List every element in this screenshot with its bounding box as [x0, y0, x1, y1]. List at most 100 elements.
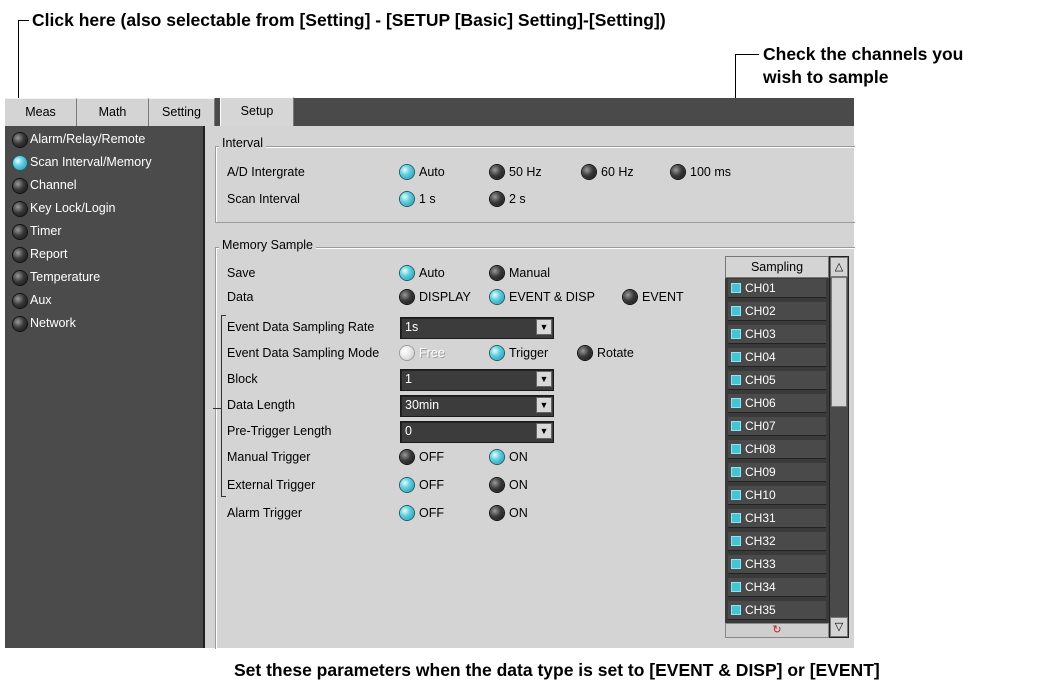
- sampling-header: Sampling: [725, 256, 829, 278]
- callout-top: Click here (also selectable from [Settin…: [32, 10, 666, 30]
- tab-bar-fill: [297, 98, 854, 126]
- sidebar-item-label: Alarm/Relay/Remote: [30, 132, 146, 146]
- scroll-up-icon[interactable]: △: [830, 257, 848, 277]
- channel-checkbox[interactable]: [731, 582, 741, 592]
- tab-setup[interactable]: Setup: [220, 97, 294, 129]
- channel-label: CH31: [745, 511, 776, 525]
- sampling-mode-option-label: Free: [419, 346, 445, 360]
- channel-checkbox[interactable]: [731, 559, 741, 569]
- channel-item[interactable]: CH34: [728, 578, 826, 597]
- interval-group: [215, 146, 855, 223]
- channel-item[interactable]: CH05: [728, 371, 826, 390]
- callout-top-line-h: [18, 20, 29, 21]
- channel-checkbox[interactable]: [731, 375, 741, 385]
- bracket-line-tick: [213, 408, 221, 409]
- radio-indicator-icon: [490, 506, 504, 520]
- save-label: Save: [227, 266, 256, 280]
- channel-item[interactable]: CH32: [728, 532, 826, 551]
- radio-indicator-icon: [490, 450, 504, 464]
- radio-indicator-icon: [623, 290, 637, 304]
- data-label: Data: [227, 290, 254, 304]
- channel-label: CH06: [745, 396, 776, 410]
- channel-checkbox[interactable]: [731, 605, 741, 615]
- tab-math[interactable]: Math: [77, 98, 149, 126]
- alarm-trigger-label: Alarm Trigger: [227, 506, 303, 520]
- tab-setting[interactable]: Setting: [149, 98, 215, 126]
- channel-label: CH05: [745, 373, 776, 387]
- channel-checkbox[interactable]: [731, 536, 741, 546]
- channel-item[interactable]: CH31: [728, 509, 826, 528]
- scroll-down-icon[interactable]: ▽: [830, 617, 848, 637]
- data-length-label: Data Length: [227, 398, 296, 412]
- channel-checkbox[interactable]: [731, 352, 741, 362]
- sidebar-item-label: Aux: [30, 293, 52, 307]
- channel-item[interactable]: CH01: [728, 279, 826, 298]
- channel-label: CH03: [745, 327, 776, 341]
- channel-checkbox[interactable]: [731, 467, 741, 477]
- chevron-down-icon[interactable]: ▼: [536, 397, 552, 413]
- radio-indicator-icon: [400, 290, 414, 304]
- scrollbar[interactable]: △ ▽: [829, 256, 849, 638]
- callout-bottom: Set these parameters when the data type …: [234, 660, 880, 680]
- radio-indicator-icon: [400, 192, 414, 206]
- chevron-down-icon[interactable]: ▼: [536, 319, 552, 335]
- channel-label: CH01: [745, 281, 776, 295]
- radio-indicator-icon: [400, 478, 414, 492]
- channel-checkbox[interactable]: [731, 513, 741, 523]
- channel-label: CH33: [745, 557, 776, 571]
- sidebar-item-label: Temperature: [30, 270, 101, 284]
- chevron-down-icon[interactable]: ▼: [536, 423, 552, 439]
- channel-checkbox[interactable]: [731, 490, 741, 500]
- tab-meas[interactable]: Meas: [5, 98, 77, 126]
- ad-integrate-option-label: 60 Hz: [601, 165, 634, 179]
- radio-indicator-icon: [400, 450, 414, 464]
- ad-integrate-option-label: 50 Hz: [509, 165, 542, 179]
- channel-checkbox[interactable]: [731, 283, 741, 293]
- block-select[interactable]: 1 ▼: [400, 369, 554, 391]
- radio-indicator-icon: [13, 202, 27, 216]
- bracket-line-bottom: [221, 496, 226, 497]
- channel-item[interactable]: CH07: [728, 417, 826, 436]
- channel-item[interactable]: CH08: [728, 440, 826, 459]
- channel-label: CH35: [745, 603, 776, 617]
- data-length-select[interactable]: 30min ▼: [400, 395, 554, 417]
- channel-checkbox[interactable]: [731, 329, 741, 339]
- channel-item[interactable]: CH02: [728, 302, 826, 321]
- sidebar-item-label: Channel: [30, 178, 77, 192]
- channel-item[interactable]: CH09: [728, 463, 826, 482]
- channel-label: CH07: [745, 419, 776, 433]
- radio-indicator-icon: [13, 294, 27, 308]
- channel-checkbox[interactable]: [731, 398, 741, 408]
- channel-item[interactable]: CH35: [728, 601, 826, 620]
- external-trigger-option-label: ON: [509, 478, 528, 492]
- save-option-label: Manual: [509, 266, 550, 280]
- channel-checkbox[interactable]: [731, 306, 741, 316]
- channel-checkbox[interactable]: [731, 421, 741, 431]
- sampling-rate-select[interactable]: 1s ▼: [400, 317, 554, 339]
- radio-indicator-icon: [671, 165, 685, 179]
- radio-indicator-icon: [13, 133, 27, 147]
- interval-title: Interval: [219, 136, 266, 150]
- channel-item[interactable]: CH04: [728, 348, 826, 367]
- channel-list[interactable]: CH01 CH02 CH03 CH04 CH05 CH06 CH07 CH08 CH09 CH10…: [725, 278, 829, 623]
- sampling-mode-option-label: Rotate: [597, 346, 634, 360]
- channel-item[interactable]: CH10: [728, 486, 826, 505]
- channel-label: CH09: [745, 465, 776, 479]
- sidebar: Alarm/Relay/Remote Scan Interval/Memory Ch…: [5, 126, 205, 648]
- radio-indicator-icon: [13, 179, 27, 193]
- radio-indicator-icon: [400, 346, 414, 360]
- sidebar-item-label: Network: [30, 316, 76, 330]
- callout-right-line-h: [735, 54, 759, 55]
- channel-checkbox[interactable]: [731, 444, 741, 454]
- radio-indicator-icon: [490, 266, 504, 280]
- channel-item[interactable]: CH33: [728, 555, 826, 574]
- channel-item[interactable]: CH03: [728, 325, 826, 344]
- memory-sample-title: Memory Sample: [219, 238, 316, 252]
- pre-trigger-select[interactable]: 0 ▼: [400, 421, 554, 443]
- radio-indicator-icon: [578, 346, 592, 360]
- chevron-down-icon[interactable]: ▼: [536, 371, 552, 387]
- refresh-icon[interactable]: ↻: [725, 623, 829, 638]
- scrollbar-thumb[interactable]: [831, 277, 847, 407]
- alarm-trigger-option-label: OFF: [419, 506, 444, 520]
- channel-item[interactable]: CH06: [728, 394, 826, 413]
